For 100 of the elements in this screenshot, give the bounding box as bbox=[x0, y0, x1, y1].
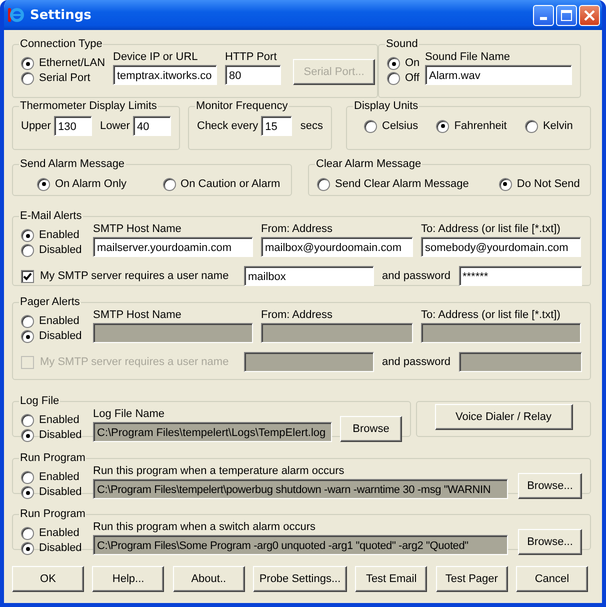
input-field[interactable] bbox=[458, 352, 582, 372]
dialog-button[interactable]: OK bbox=[12, 566, 84, 592]
radio-button[interactable] bbox=[317, 178, 330, 190]
radio-label[interactable]: Enabled bbox=[39, 414, 80, 427]
dialog-button[interactable]: Cancel bbox=[516, 566, 588, 592]
radio-label[interactable]: Fahrenheit bbox=[454, 120, 507, 132]
input-field[interactable]: mailbox@yourdoomain.com bbox=[261, 237, 413, 257]
radio-label[interactable]: Enabled bbox=[39, 471, 80, 484]
radio-button[interactable] bbox=[498, 178, 512, 190]
group-title: Monitor Frequency bbox=[195, 100, 289, 113]
radio-label[interactable]: Off bbox=[405, 72, 420, 85]
field-label: Run this program when a switch alarm occurs bbox=[93, 521, 317, 534]
group-title: Clear Alarm Message bbox=[315, 158, 422, 171]
input-field[interactable] bbox=[93, 323, 253, 343]
input-field[interactable]: 130 bbox=[54, 116, 92, 136]
radio-button[interactable] bbox=[21, 527, 34, 540]
group-title: Run Program bbox=[19, 452, 86, 465]
input-field[interactable]: ****** bbox=[458, 266, 582, 286]
radio-button[interactable] bbox=[37, 178, 50, 190]
radio-label[interactable]: Kelvin bbox=[542, 120, 573, 132]
field-label: Lower bbox=[100, 120, 130, 132]
minimize-button[interactable] bbox=[533, 4, 554, 26]
close-icon bbox=[584, 10, 595, 20]
radio-label[interactable]: Ethernet/LAN bbox=[39, 57, 106, 70]
input-field[interactable] bbox=[421, 323, 581, 343]
input-field[interactable]: mailbox bbox=[244, 266, 374, 286]
input-field[interactable]: 80 bbox=[225, 65, 281, 85]
radio-button[interactable] bbox=[21, 542, 34, 555]
input-field[interactable]: C:\Program Files\tempelert\Logs\TempElert.log bbox=[93, 422, 332, 442]
field-label: Upper bbox=[21, 120, 51, 132]
voice-dialer-button[interactable]: Voice Dialer / Relay bbox=[434, 404, 572, 430]
dialog-button[interactable]: Help... bbox=[92, 566, 164, 592]
radio-button[interactable] bbox=[21, 57, 34, 70]
checkbox[interactable] bbox=[21, 356, 34, 368]
radio-button[interactable] bbox=[436, 120, 450, 132]
radio-label[interactable]: Enabled bbox=[39, 527, 80, 540]
radio-label[interactable]: Enabled bbox=[39, 229, 80, 242]
radio-button[interactable] bbox=[21, 72, 34, 85]
radio-label[interactable]: On bbox=[405, 57, 420, 70]
field-label: SMTP Host Name bbox=[93, 223, 182, 236]
radio-label[interactable]: Disabled bbox=[39, 429, 82, 442]
field-label: Check every bbox=[197, 120, 258, 132]
browse-button[interactable]: Browse bbox=[340, 416, 402, 442]
radio-button[interactable] bbox=[21, 429, 34, 442]
dialog-button[interactable]: Probe Settings... bbox=[252, 566, 347, 592]
group-title: Thermometer Display Limits bbox=[19, 100, 158, 113]
field-label: From: Address bbox=[261, 309, 334, 322]
dialog-button[interactable]: Test Email bbox=[355, 566, 428, 592]
radio-label[interactable]: On Alarm Only bbox=[55, 178, 127, 190]
input-field[interactable]: mailserver.yourdoamin.com bbox=[93, 237, 253, 257]
field-label: Log File Name bbox=[93, 408, 166, 421]
radio-button[interactable] bbox=[21, 315, 34, 328]
radio-button[interactable] bbox=[21, 330, 34, 343]
close-button[interactable] bbox=[579, 4, 600, 26]
radio-label[interactable]: Celsius bbox=[382, 120, 418, 132]
group-title: Log File bbox=[19, 395, 60, 408]
maximize-icon bbox=[561, 10, 572, 20]
radio-label[interactable]: Send Clear Alarm Message bbox=[335, 178, 469, 190]
checkbox-label[interactable]: My SMTP server requires a user name bbox=[40, 270, 244, 282]
radio-button[interactable] bbox=[21, 244, 34, 257]
input-field[interactable]: 15 bbox=[261, 116, 292, 136]
input-field[interactable] bbox=[261, 323, 413, 343]
radio-button[interactable] bbox=[21, 471, 34, 484]
input-field[interactable]: temptrax.itworks.co bbox=[113, 65, 217, 85]
radio-button[interactable] bbox=[387, 57, 400, 70]
input-field[interactable]: Alarm.wav bbox=[425, 65, 572, 85]
radio-button[interactable] bbox=[162, 178, 176, 190]
dialog-button[interactable]: About.. bbox=[172, 566, 245, 592]
input-field[interactable]: somebody@yourdomain.com bbox=[421, 237, 581, 257]
radio-label[interactable]: Disabled bbox=[39, 244, 82, 257]
maximize-button[interactable] bbox=[556, 4, 577, 26]
group-title: Send Alarm Message bbox=[19, 158, 126, 171]
radio-button[interactable] bbox=[21, 229, 34, 242]
input-field[interactable] bbox=[244, 352, 374, 372]
field-label: To: Address (or list file [*.txt]) bbox=[421, 223, 562, 236]
radio-label[interactable]: Serial Port bbox=[39, 72, 90, 85]
radio-button[interactable] bbox=[21, 414, 34, 427]
radio-label[interactable]: Disabled bbox=[39, 486, 82, 499]
field-label: and password bbox=[382, 356, 450, 368]
radio-label[interactable]: Disabled bbox=[39, 542, 82, 555]
radio-button[interactable] bbox=[21, 486, 34, 499]
radio-label[interactable]: Disabled bbox=[39, 330, 82, 343]
field-label: Sound File Name bbox=[425, 51, 511, 64]
field-label: SMTP Host Name bbox=[93, 309, 182, 322]
input-field[interactable]: C:\Program Files\Some Program -arg0 unquoted -arg1 "quoted" -arg2 "Quoted" bbox=[93, 535, 508, 555]
group-title: Pager Alerts bbox=[19, 296, 81, 309]
radio-label[interactable]: Enabled bbox=[39, 315, 80, 328]
browse-button[interactable]: Browse... bbox=[518, 529, 582, 555]
input-field[interactable]: C:\Program Files\tempelert\powerbug shutdown -warn -warntime 30 -msg "WARNIN bbox=[93, 479, 508, 499]
checkbox[interactable] bbox=[21, 270, 34, 282]
radio-button[interactable] bbox=[364, 120, 378, 132]
field-label: and password bbox=[382, 270, 450, 282]
radio-button[interactable] bbox=[524, 120, 538, 132]
group-title: E-Mail Alerts bbox=[19, 210, 83, 223]
radio-label[interactable]: Do Not Send bbox=[516, 178, 580, 190]
dialog-button[interactable]: Test Pager bbox=[436, 566, 508, 592]
radio-button[interactable] bbox=[387, 72, 400, 85]
radio-label[interactable]: On Caution or Alarm bbox=[180, 178, 280, 190]
browse-button[interactable]: Browse... bbox=[518, 473, 582, 499]
input-field[interactable]: 40 bbox=[132, 116, 171, 136]
